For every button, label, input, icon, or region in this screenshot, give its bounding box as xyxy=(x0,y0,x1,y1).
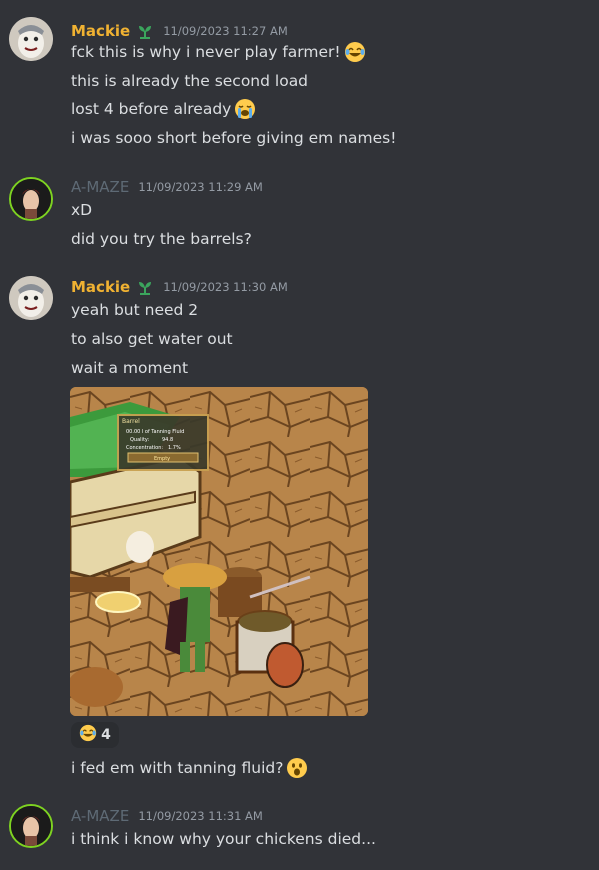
message-text: this is already the second load xyxy=(71,70,308,92)
message-text: xD xyxy=(71,199,92,221)
tooltip-concentration-value: 1.7% xyxy=(168,445,181,451)
joy-icon xyxy=(79,724,97,746)
username[interactable]: Mackie xyxy=(71,22,130,40)
message-line: i think i know why your chickens died... xyxy=(71,830,376,848)
reaction-joy[interactable]: 4 xyxy=(71,722,119,748)
message-line: wait a moment xyxy=(71,359,189,377)
avatar[interactable] xyxy=(9,276,53,320)
message-line: did you try the barrels? xyxy=(71,230,252,248)
message-text: yeah but need 2 xyxy=(71,299,198,321)
username[interactable]: Mackie xyxy=(71,278,130,296)
image-attachment[interactable]: Barrel 00.00 l of Tanning Fluid Quality:… xyxy=(70,387,368,716)
timestamp: 11/09/2023 11:30 AM xyxy=(163,280,288,294)
message-line: i was sooo short before giving em names! xyxy=(71,129,397,147)
message-line: xD xyxy=(71,201,93,219)
reaction-count: 4 xyxy=(101,727,111,743)
leaf-badge-icon xyxy=(136,278,154,296)
tooltip-concentration: Concentration: xyxy=(126,445,163,451)
message-text: to also get water out xyxy=(71,328,233,350)
timestamp: 11/09/2023 11:29 AM xyxy=(138,180,263,194)
crying-icon xyxy=(234,98,256,120)
timestamp: 11/09/2023 11:31 AM xyxy=(138,809,263,823)
tooltip-title: Barrel xyxy=(122,418,140,425)
message-text: i think i know why your chickens died... xyxy=(71,828,376,850)
message-line: i fed em with tanning fluid? xyxy=(71,759,284,777)
message-text: fck this is why i never play farmer! xyxy=(71,41,366,63)
message-line: this is already the second load xyxy=(71,72,309,90)
message-header: A-MAZE 11/09/2023 11:31 AM xyxy=(71,806,263,826)
tooltip-quality-value: 94.8 xyxy=(162,437,173,443)
message-header: A-MAZE 11/09/2023 11:29 AM xyxy=(71,177,263,197)
avatar[interactable] xyxy=(9,804,53,848)
message-text: i was sooo short before giving em names! xyxy=(71,127,396,149)
message-line: lost 4 before already xyxy=(71,100,232,118)
message-line: to also get water out xyxy=(71,330,233,348)
message-header: Mackie 11/09/2023 11:27 AM xyxy=(71,21,288,41)
avatar[interactable] xyxy=(9,177,53,221)
tooltip-line: 00.00 l of Tanning Fluid xyxy=(126,429,184,435)
username[interactable]: A-MAZE xyxy=(71,807,129,825)
username[interactable]: A-MAZE xyxy=(71,178,129,196)
timestamp: 11/09/2023 11:27 AM xyxy=(163,24,288,38)
leaf-badge-icon xyxy=(136,22,154,40)
tooltip-quality: Quality: xyxy=(130,437,150,443)
message-text: i fed em with tanning fluid? xyxy=(71,757,308,779)
message-line: yeah but need 2 xyxy=(71,301,199,319)
message-text: wait a moment xyxy=(71,357,188,379)
message-line: fck this is why i never play farmer! xyxy=(71,43,341,61)
tooltip-button: Empty xyxy=(154,456,170,462)
message-text: lost 4 before already xyxy=(71,98,256,120)
message-text: did you try the barrels? xyxy=(71,228,252,250)
joy-icon xyxy=(344,41,366,63)
hushed-face-icon xyxy=(286,757,308,779)
avatar[interactable] xyxy=(9,17,53,61)
message-header: Mackie 11/09/2023 11:30 AM xyxy=(71,277,288,297)
